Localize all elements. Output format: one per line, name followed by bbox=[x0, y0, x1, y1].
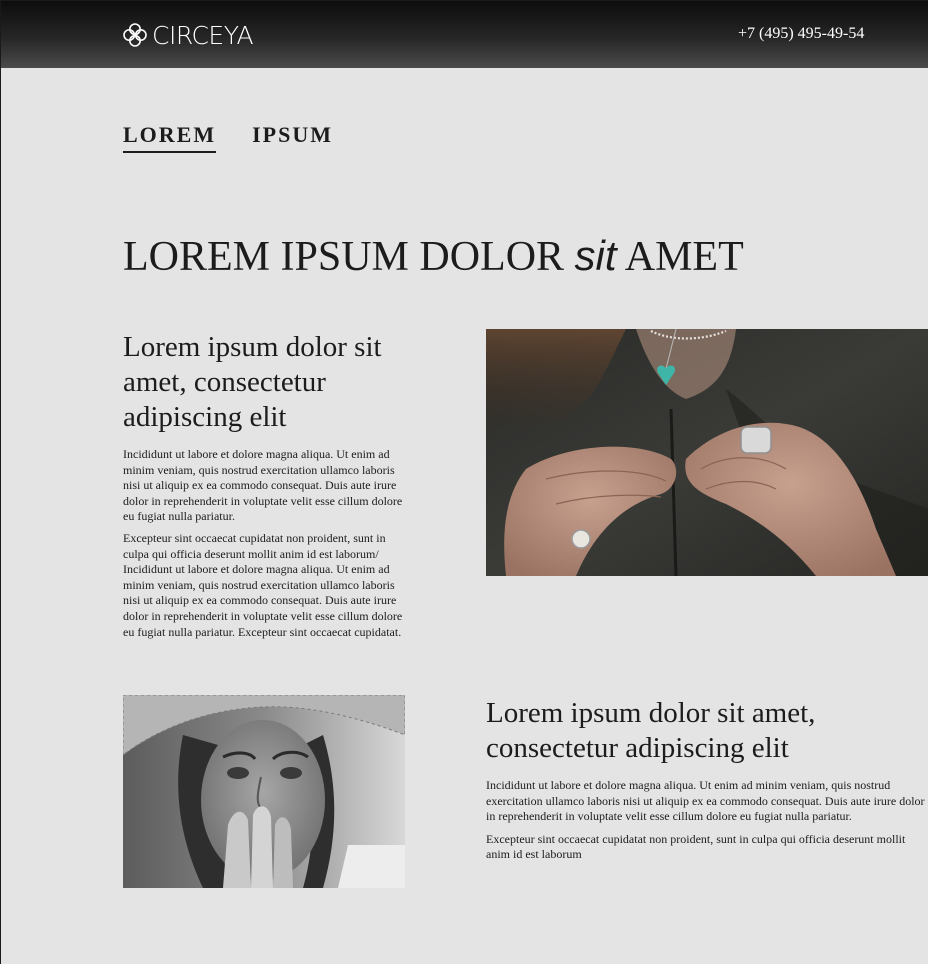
tab-ipsum[interactable]: IPSUM bbox=[252, 122, 333, 153]
photo-hands-with-jewelry bbox=[486, 329, 928, 576]
site-header: CIRCEYA +7 (495) 495-49-54 bbox=[1, 1, 928, 68]
section1-paragraph: Excepteur sint occaecat cupidatat non pr… bbox=[123, 530, 403, 639]
phone-link[interactable]: +7 (495) 495-49-54 bbox=[738, 25, 864, 43]
section1-body: Incididunt ut labore et dolore magna ali… bbox=[123, 447, 407, 646]
section2-heading: Lorem ipsum dolor sit amet, consectetur … bbox=[486, 697, 816, 764]
section1-heading: Lorem ipsum dolor sit amet, consectetur … bbox=[123, 331, 382, 433]
title-part-italic: sit bbox=[574, 232, 617, 279]
section1-paragraph: Incididunt ut labore et dolore magna ali… bbox=[123, 447, 403, 524]
section2-paragraph: Incididunt ut labore et dolore magna ali… bbox=[486, 778, 925, 824]
section2-body: Incididunt ut labore et dolore magna ali… bbox=[486, 778, 928, 870]
page: CIRCEYA +7 (495) 495-49-54 LOREM IPSUM L… bbox=[0, 0, 928, 964]
page-title: LOREM IPSUM DOLOR sit AMET bbox=[123, 232, 744, 280]
brand-logo[interactable]: CIRCEYA bbox=[122, 20, 254, 50]
quatrefoil-icon bbox=[122, 22, 148, 48]
title-part-after: AMET bbox=[624, 234, 744, 280]
section2-paragraph: Excepteur sint occaecat cupidatat non pr… bbox=[486, 831, 906, 862]
category-tabs: LOREM IPSUM bbox=[123, 122, 333, 153]
title-part-before: LOREM IPSUM DOLOR bbox=[123, 234, 565, 280]
tab-lorem[interactable]: LOREM bbox=[123, 122, 217, 153]
brand-name: CIRCEYA bbox=[152, 20, 254, 50]
photo-woman-portrait bbox=[123, 695, 405, 888]
